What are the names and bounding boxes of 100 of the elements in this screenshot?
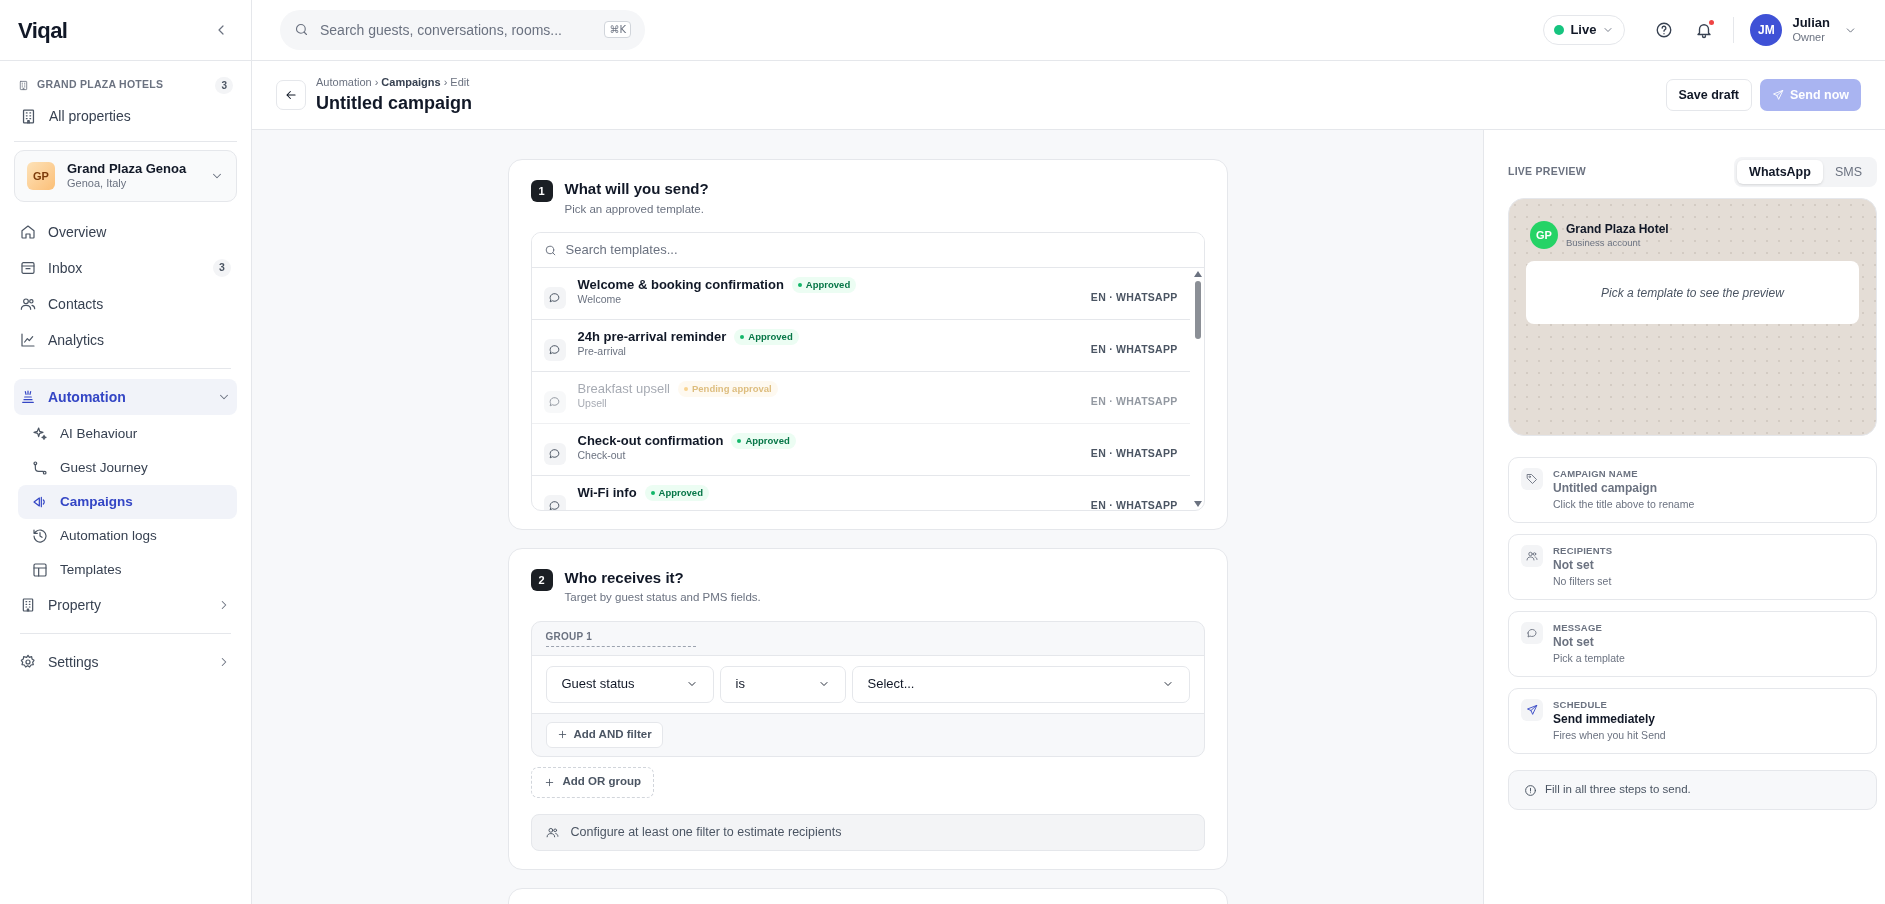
property-location: Genoa, Italy (67, 177, 128, 191)
status-badge: Approved (791, 276, 857, 293)
breadcrumb-link[interactable]: Edit (450, 73, 470, 91)
add-group-button[interactable]: Add OR group (530, 766, 655, 798)
user-avatar: JM (1750, 14, 1783, 46)
nav-item[interactable]: Templates (18, 553, 237, 587)
scroll-up-icon (1193, 270, 1202, 277)
search-icon (543, 243, 557, 257)
nav-item[interactable]: AI Behaviour (18, 417, 237, 451)
nav-item[interactable]: Guest Journey (18, 451, 237, 485)
chat-bubble-icon (543, 338, 566, 361)
home-icon (20, 224, 36, 240)
count-badge: 3 (215, 76, 233, 94)
breadcrumb-separator: › (374, 74, 379, 90)
summary-value: Not set (1553, 634, 1595, 650)
nav-item[interactable]: Automation (14, 379, 237, 415)
property-avatar: GP (27, 162, 55, 190)
template-name: Welcome & booking confirmation (577, 276, 784, 293)
bell-icon (1695, 21, 1714, 39)
user-role: Owner (1792, 31, 1826, 45)
summary-label: CAMPAIGN NAME (1553, 468, 1639, 480)
template-language-channel: EN · WHATSAPP (1090, 289, 1178, 305)
channel-tab[interactable]: SMS (1822, 160, 1874, 184)
group-label[interactable]: GROUP 1 (545, 629, 696, 647)
template-row[interactable]: Wi-Fi info Approved EN · WHATSAPP (531, 475, 1190, 510)
summary-value: Send immediately (1553, 711, 1657, 727)
channel-tab[interactable]: WhatsApp (1737, 160, 1823, 184)
notifications-button[interactable] (1695, 20, 1716, 40)
chat-bubble-icon (543, 494, 566, 510)
account-avatar: GP (1530, 221, 1558, 249)
all-properties-link[interactable]: All properties (14, 99, 237, 133)
route-icon (32, 460, 48, 476)
nav-item[interactable]: Overview (14, 214, 237, 250)
summary-label: SCHEDULE (1553, 699, 1609, 711)
history-icon (32, 528, 48, 544)
summary-label: MESSAGE (1553, 622, 1604, 634)
back-button[interactable] (276, 80, 306, 110)
add-filter-button[interactable]: Add AND filter (545, 721, 663, 748)
send-icon (1521, 699, 1543, 721)
summary-hint: No filters set (1553, 574, 1613, 588)
step-number: 1 (530, 180, 553, 202)
arrow-left-icon (284, 88, 298, 102)
template-row[interactable]: 24h pre-arrival reminder Approved Pre-arrival EN · WHATSAPP (531, 319, 1190, 372)
template-name: Breakfast upsell (577, 380, 670, 397)
scroll-down-icon (1193, 500, 1202, 507)
chat-bubble-icon (1521, 622, 1543, 644)
summary-value: Untitled campaign (1553, 480, 1658, 496)
nav-item[interactable]: Campaigns (18, 485, 237, 519)
save-draft-button[interactable]: Save draft (1665, 79, 1752, 111)
template-name: Check-out confirmation (577, 432, 724, 449)
summary-value: Not set (1553, 557, 1595, 573)
value-dropdown[interactable]: Select... (851, 665, 1190, 703)
template-name: 24h pre-arrival reminder (577, 328, 727, 345)
account-name: Grand Plaza Hotel (1566, 221, 1669, 237)
people-icon (20, 296, 36, 312)
step-title: What will you send? (564, 179, 709, 199)
search-icon (294, 22, 309, 37)
help-icon (1655, 21, 1674, 39)
nav-item[interactable]: Contacts (14, 286, 237, 322)
line-chart-icon (20, 332, 36, 348)
inbox-icon (20, 260, 36, 276)
info-icon (1524, 783, 1537, 797)
template-row[interactable]: Welcome & booking confirmation Approved Welcome EN · WHATSAPP (531, 267, 1190, 320)
property-switcher[interactable]: GP Grand Plaza Genoa Genoa, Italy (14, 150, 237, 202)
scrollbar-thumb[interactable] (1194, 280, 1201, 339)
summary-hint: Pick a template (1553, 651, 1625, 665)
chat-bubble-icon (543, 442, 566, 465)
chat-bubble-icon (543, 390, 566, 413)
nav-item[interactable]: Settings (14, 644, 237, 680)
count-badge: 3 (213, 259, 231, 277)
plus-icon (556, 729, 568, 740)
step-title: Who receives it? (564, 567, 685, 588)
nav-item[interactable]: Inbox 3 (14, 250, 237, 286)
app-logo: Viqal (18, 16, 68, 45)
nav-item[interactable]: Property (14, 587, 237, 623)
plus-icon (543, 776, 555, 788)
field-dropdown[interactable]: Guest status (545, 665, 714, 703)
page-title: Untitled campaign (316, 92, 472, 116)
operator-dropdown[interactable]: is (719, 665, 846, 703)
nav-item[interactable]: Automation logs (18, 519, 237, 553)
step-subtitle: Pick an approved template. (564, 201, 705, 217)
template-language-channel: EN · WHATSAPP (1090, 445, 1178, 461)
summary-label: RECIPIENTS (1553, 545, 1613, 557)
status-badge: Approved (644, 484, 709, 501)
megaphone-icon (32, 494, 48, 510)
breadcrumb-link[interactable]: Campaigns (381, 73, 441, 91)
people-icon (545, 825, 559, 839)
template-language-channel: EN · WHATSAPP (1090, 393, 1178, 409)
breadcrumb-link[interactable]: Automation (316, 73, 372, 91)
summary-hint: Fires when you hit Send (1553, 728, 1666, 742)
user-menu[interactable]: JM Julian Owner (1750, 14, 1857, 46)
breadcrumb-separator: › (443, 74, 448, 90)
empty-preview-message: Pick a template to see the preview (1526, 261, 1859, 324)
template-category: Pre-arrival (577, 345, 627, 359)
nav-item[interactable]: Analytics (14, 322, 237, 358)
template-row[interactable]: Check-out confirmation Approved Check-out EN · WHATSAPP (531, 423, 1190, 476)
status-badge: Approved (731, 432, 796, 449)
building-icon (20, 107, 37, 125)
settings-icon (20, 654, 36, 670)
tag-icon (1521, 468, 1543, 490)
